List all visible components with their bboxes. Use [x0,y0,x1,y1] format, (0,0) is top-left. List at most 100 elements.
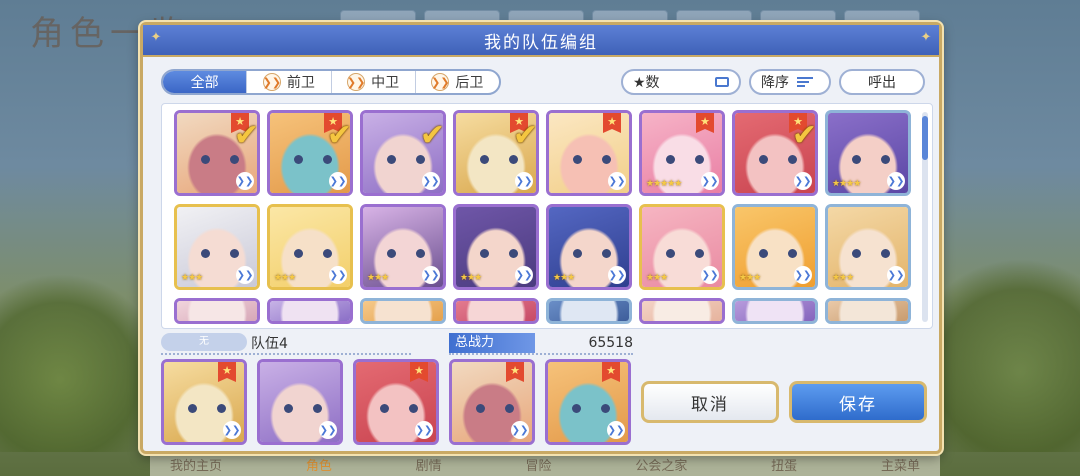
chevron-right-icon: ❯❯ [319,421,337,439]
character-eyes [387,155,425,164]
chevron-right-icon: ❯❯ [223,421,241,439]
chevron-right-icon: ❯❯ [794,266,812,284]
character-card[interactable]: ★★★ ❯❯ [732,204,818,290]
character-card[interactable]: ★★★ ❯❯ [360,204,446,290]
tab-midguard[interactable]: ❯❯ 中卫 [332,71,416,93]
team-name[interactable]: 队伍4 [251,333,288,353]
character-card[interactable]: ★★★ ❯❯ [825,204,911,290]
checkmark-icon: ✔ [326,118,352,153]
character-portrait [177,301,257,321]
tab-all[interactable]: 全部 [163,71,248,93]
character-portrait [735,301,815,321]
sort-order-label: 降序 [761,75,789,91]
chevron-right-icon: ❯❯ [511,421,529,439]
character-eyes [572,404,610,413]
tab-rearguard[interactable]: ❯❯ 后卫 [416,71,499,93]
character-card[interactable] [453,298,539,324]
corner-ornament-icon: ✦ [150,30,162,45]
character-eyes [480,249,518,258]
star-rating: ★★★ [832,273,854,283]
character-card[interactable]: ❯❯ ★ ✔ [267,110,353,196]
character-eyes [294,249,332,258]
background-foliage [0,272,150,452]
character-eyes [759,155,797,164]
bottom-nav-item: 角色 [305,458,332,474]
background-foliage [930,252,1080,452]
character-card[interactable]: ★★★ ❯❯ [453,204,539,290]
recall-button[interactable]: 呼出 [839,69,925,95]
character-card[interactable]: ❯❯ ★ [546,110,632,196]
character-card[interactable] [825,298,911,324]
bottom-nav-item: 主菜单 [880,458,920,474]
character-card[interactable]: ★★★★★ ❯❯ ★ [639,110,725,196]
character-card[interactable] [546,298,632,324]
chevron-right-icon: ❯❯ [236,172,254,190]
character-eyes [476,404,514,413]
chevron-right-icon: ❯❯ [422,172,440,190]
character-card[interactable] [267,298,353,324]
character-card[interactable] [639,298,725,324]
character-eyes [573,155,611,164]
character-portrait [828,301,908,321]
character-eyes [188,404,226,413]
team-tag: 无 [161,333,247,351]
character-card[interactable]: ❯❯ ✔ [360,110,446,196]
character-card[interactable] [174,298,260,324]
star-rating: ★★★ [181,273,203,283]
chevron-right-icon: ❯❯ [887,266,905,284]
save-button[interactable]: 保存 [789,381,927,423]
star-rating: ★★★★ [832,179,861,189]
tab-vanguard[interactable]: ❯❯ 前卫 [247,71,332,93]
cancel-label: 取消 [691,394,729,415]
chevron-right-icon: ❯❯ [608,172,626,190]
sort-field-button[interactable]: ★数 [621,69,741,95]
team-member-card[interactable]: ❯❯ ★ [353,359,439,445]
character-eyes [480,155,518,164]
power-label: 总战力 [449,333,535,353]
scrollbar[interactable] [922,112,928,322]
position-filter: 全部 ❯❯ 前卫 ❯❯ 中卫 ❯❯ 后卫 [161,69,501,95]
character-card[interactable]: ❯❯ ★ ✔ [174,110,260,196]
chevron-right-icon: ❯❯ [329,172,347,190]
character-card[interactable] [732,298,818,324]
character-card[interactable]: ★★★ ❯❯ [267,204,353,290]
power-value: 65518 [588,335,633,351]
star-rating: ★★★ [739,273,761,283]
team-member-card[interactable]: ❯❯ ★ [449,359,535,445]
chevron-right-icon: ❯❯ [701,172,719,190]
chevron-right-icon: ❯❯ [701,266,719,284]
chevron-right-icon: ❯❯ [515,172,533,190]
chevron-right-icon: ❯❯ [329,266,347,284]
cancel-button[interactable]: 取消 [641,381,779,423]
bottom-nav: 我的主页 角色 剧情 冒险 公会之家 扭蛋 主菜单 [150,452,940,476]
team-member-card[interactable]: ❯❯ [257,359,343,445]
dialog-title: 我的队伍编组 [484,32,598,53]
character-card[interactable]: ❯❯ ★ ✔ [732,110,818,196]
divider [161,353,411,355]
character-card[interactable]: ❯❯ ★ ✔ [453,110,539,196]
character-grid[interactable]: ❯❯ ★ ✔ ❯❯ ★ ✔ ❯❯ ✔ ❯❯ ★ ✔ ❯❯ ★ ★★★★★ ❯❯ ★ ❯❯ ★ ✔ ★★★★ ❯❯ ★★★ ❯… [161,103,933,329]
team-member-card[interactable]: ❯❯ ★ [545,359,631,445]
star-rating: ★★★ [553,273,575,283]
chevron-right-icon: ❯❯ [607,421,625,439]
recall-label: 呼出 [868,75,896,91]
character-card[interactable]: ★★★ ❯❯ [546,204,632,290]
corner-ornament-icon: ✦ [920,30,932,45]
character-eyes [380,404,418,413]
scroll-thumb[interactable] [922,116,928,160]
divider [449,353,633,355]
team-member-card[interactable]: ❯❯ ★ [161,359,247,445]
character-eyes [759,249,797,258]
character-card[interactable]: ★★★ ❯❯ [174,204,260,290]
sort-order-button[interactable]: 降序 [749,69,831,95]
character-portrait [363,301,443,321]
checkmark-icon: ✔ [233,118,259,153]
character-eyes [666,155,704,164]
character-card[interactable]: ★★★ ❯❯ [639,204,725,290]
character-card[interactable] [360,298,446,324]
character-card[interactable]: ★★★★ ❯❯ [825,110,911,196]
chevron-right-icon: ❯❯ [415,421,433,439]
team-edit-dialog: ✦ 我的队伍编组 ✦ 全部 ❯❯ 前卫 ❯❯ 中卫 ❯❯ 后卫 ★数 降序 呼出… [140,22,942,454]
star-rating: ★★★ [274,273,296,283]
dialog-header: ✦ 我的队伍编组 ✦ [143,25,939,57]
